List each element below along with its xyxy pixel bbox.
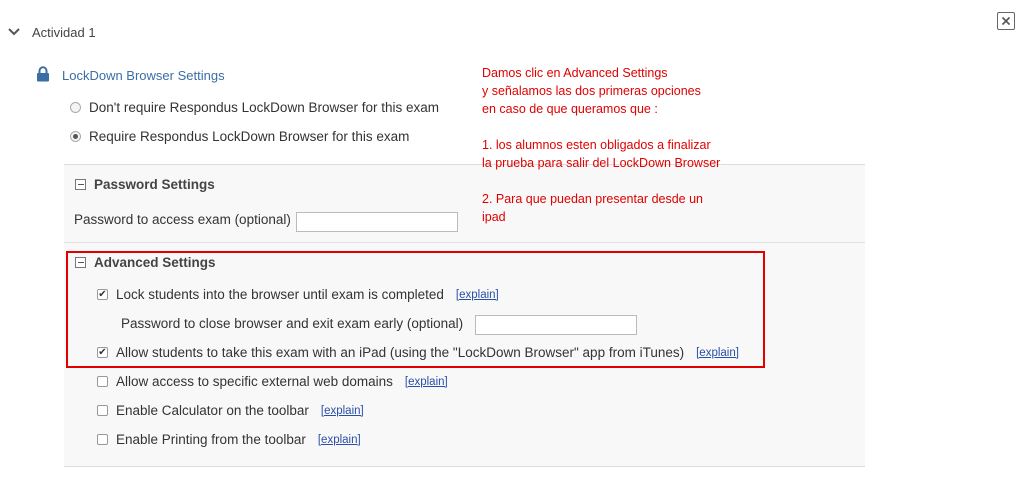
external-domains-option[interactable]: Allow access to specific external web do… <box>97 374 448 389</box>
radio-option-not-required[interactable]: Don't require Respondus LockDown Browser… <box>70 100 439 115</box>
password-access-input[interactable] <box>296 212 458 232</box>
lockdown-settings-heading: LockDown Browser Settings <box>36 66 225 85</box>
password-access-row: Password to access exam (optional) <box>74 212 291 227</box>
printing-label: Enable Printing from the toolbar <box>116 432 306 447</box>
calculator-label: Enable Calculator on the toolbar <box>116 403 309 418</box>
checkbox[interactable] <box>97 376 108 387</box>
collapse-icon[interactable] <box>75 179 86 190</box>
close-button[interactable] <box>997 12 1015 30</box>
explain-link[interactable]: [explain] <box>405 376 448 388</box>
external-domains-label: Allow access to specific external web do… <box>116 374 393 389</box>
highlight-box <box>66 251 765 368</box>
printing-option[interactable]: Enable Printing from the toolbar [explai… <box>97 432 361 447</box>
explain-link[interactable]: [explain] <box>318 434 361 446</box>
explain-link[interactable]: [explain] <box>321 405 364 417</box>
password-settings-header[interactable]: Password Settings <box>75 177 215 192</box>
close-icon <box>1001 16 1011 26</box>
activity-title: Actividad 1 <box>32 24 96 40</box>
section-divider <box>64 242 865 243</box>
password-access-label: Password to access exam (optional) <box>74 212 291 227</box>
password-settings-title: Password Settings <box>94 177 215 192</box>
checkbox[interactable] <box>97 434 108 445</box>
annotation-note: Damos clic en Advanced Settings y señala… <box>482 66 721 224</box>
radio-button[interactable] <box>70 102 81 113</box>
lockdown-settings-title: LockDown Browser Settings <box>62 68 225 83</box>
radio-label: Require Respondus LockDown Browser for t… <box>89 129 410 144</box>
lock-icon <box>36 66 50 85</box>
chevron-down-icon[interactable] <box>6 24 22 40</box>
radio-option-required[interactable]: Require Respondus LockDown Browser for t… <box>70 129 409 144</box>
radio-label: Don't require Respondus LockDown Browser… <box>89 100 439 115</box>
activity-header[interactable]: Actividad 1 <box>6 24 96 40</box>
calculator-option[interactable]: Enable Calculator on the toolbar [explai… <box>97 403 364 418</box>
radio-button-selected[interactable] <box>70 131 81 142</box>
checkbox[interactable] <box>97 405 108 416</box>
